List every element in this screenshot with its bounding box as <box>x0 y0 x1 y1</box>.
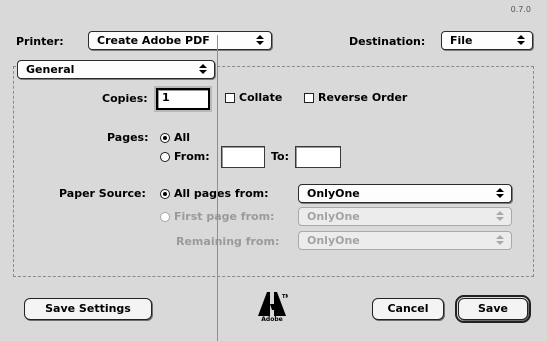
popup-arrows-icon <box>494 209 506 224</box>
version-label: 0.7.0 <box>510 5 531 14</box>
collate-checkbox[interactable] <box>225 93 235 103</box>
first-page-source-value: OnlyOne <box>307 210 360 223</box>
collate-label: Collate <box>239 91 283 104</box>
pages-to-label: To: <box>271 150 289 163</box>
popup-arrows-icon <box>494 233 506 248</box>
pages-from-field[interactable] <box>221 146 265 168</box>
remaining-source-value: OnlyOne <box>307 234 360 247</box>
first-page-from-radio[interactable] <box>160 212 170 222</box>
all-pages-from-radio[interactable] <box>160 189 170 199</box>
printer-label: Printer: <box>16 35 64 48</box>
panel-value: General <box>26 63 75 76</box>
all-pages-source-popup[interactable]: OnlyOne <box>298 184 512 203</box>
remaining-source-popup[interactable]: OnlyOne <box>298 231 512 250</box>
pages-to-field[interactable] <box>295 146 341 168</box>
paper-source-label: Paper Source: <box>59 187 146 200</box>
first-page-from-label: First page from: <box>174 210 275 223</box>
panel-popup[interactable]: General <box>17 60 215 79</box>
svg-text:TM: TM <box>282 294 288 300</box>
pages-from-radio[interactable] <box>160 152 170 162</box>
popup-arrows-icon <box>515 33 527 48</box>
destination-value: File <box>450 34 473 47</box>
copies-field[interactable]: 1 <box>154 86 212 112</box>
pages-all-radio[interactable] <box>160 133 170 143</box>
save-settings-button[interactable]: Save Settings <box>24 298 152 320</box>
cancel-button[interactable]: Cancel <box>372 298 444 320</box>
all-pages-source-value: OnlyOne <box>307 187 360 200</box>
copies-label: Copies: <box>102 92 148 105</box>
popup-arrows-icon <box>197 62 209 77</box>
popup-arrows-icon <box>254 33 266 48</box>
printer-value: Create Adobe PDF <box>97 34 210 47</box>
all-pages-from-label: All pages from: <box>174 187 269 200</box>
pages-from-label: From: <box>174 150 210 163</box>
save-button[interactable]: Save <box>455 295 531 323</box>
destination-popup[interactable]: File <box>441 31 533 50</box>
guide-line <box>217 35 218 341</box>
first-page-source-popup[interactable]: OnlyOne <box>298 207 512 226</box>
reverse-order-checkbox[interactable] <box>304 93 314 103</box>
reverse-order-label: Reverse Order <box>318 91 408 104</box>
popup-arrows-icon <box>494 186 506 201</box>
adobe-logo: TM Adobe <box>256 290 290 326</box>
remaining-from-label: Remaining from: <box>176 235 280 248</box>
pages-all-label: All <box>174 131 191 144</box>
printer-popup[interactable]: Create Adobe PDF <box>88 31 272 50</box>
adobe-logo-icon: TM <box>258 292 290 316</box>
pages-label: Pages: <box>107 131 149 144</box>
adobe-logo-text: Adobe <box>261 316 283 323</box>
destination-label: Destination: <box>349 35 426 48</box>
